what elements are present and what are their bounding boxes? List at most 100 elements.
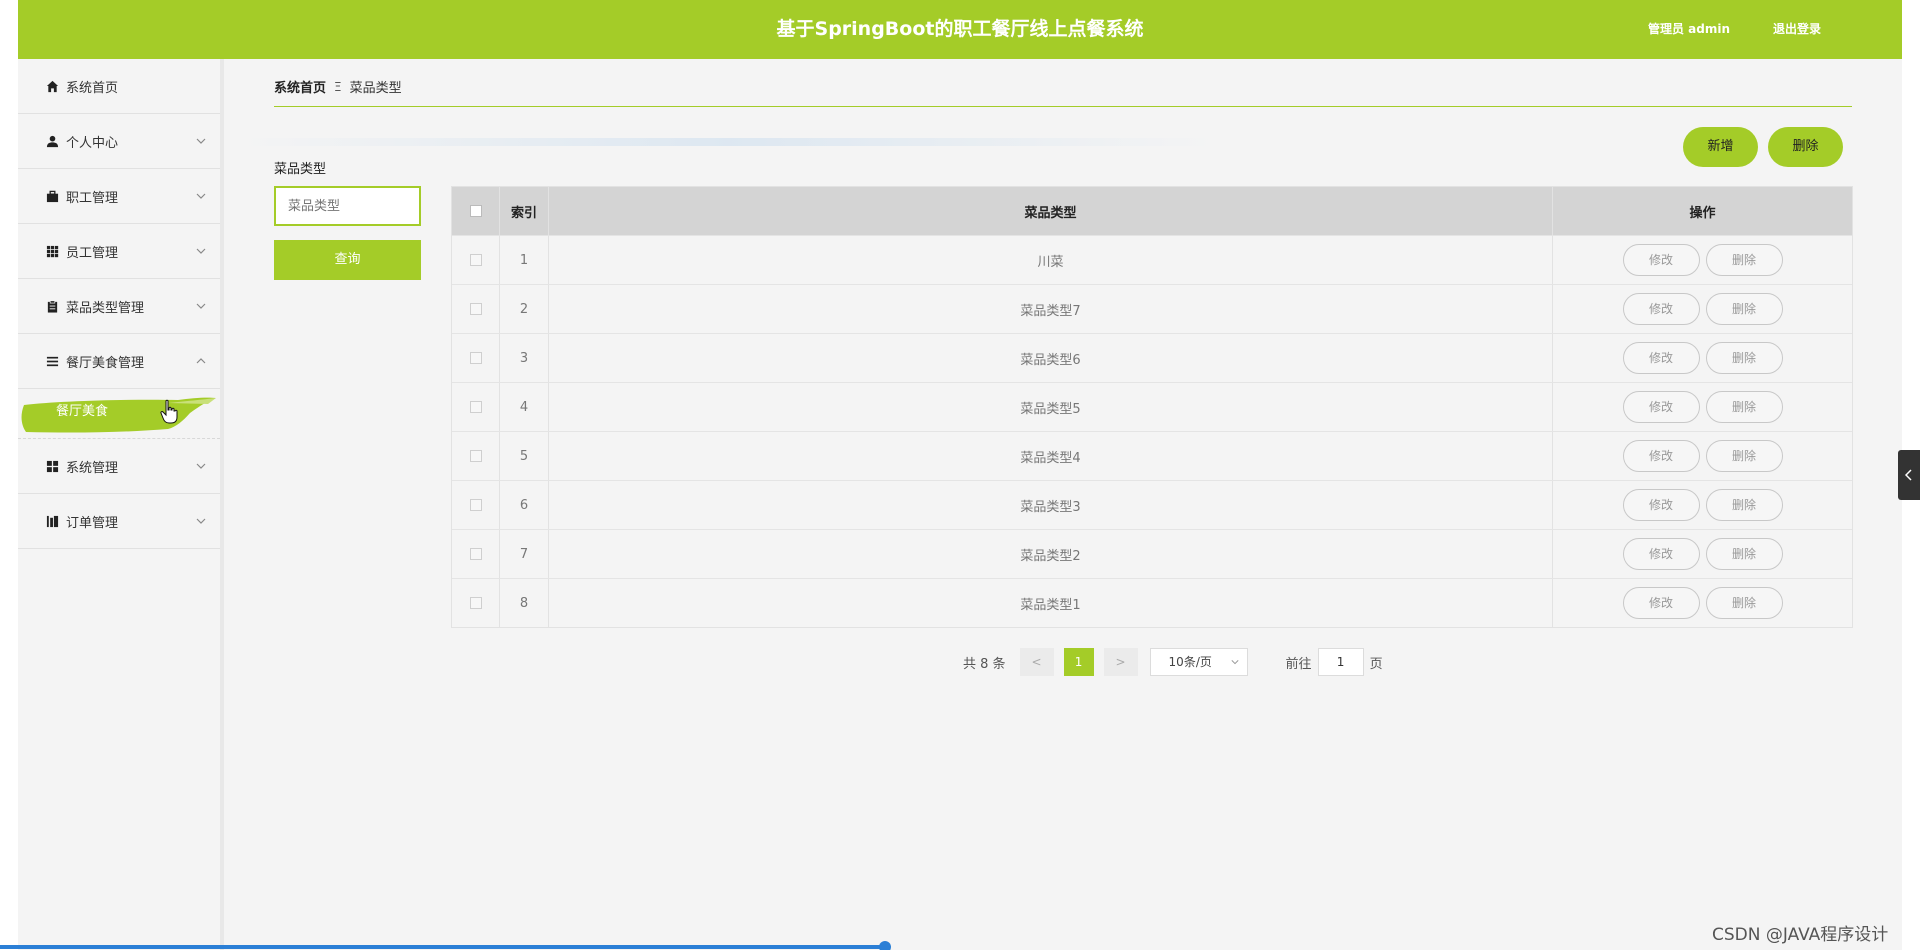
row-checkbox[interactable] [469,597,482,609]
sidebar-subitem-label: 餐厅美食 [56,404,109,419]
side-panel-toggle[interactable] [1898,450,1920,500]
sidebar-item-label: 菜品类型管理 [66,300,145,316]
row-name: 菜品类型1 [549,579,1553,627]
sidebar-item-employee[interactable]: 员工管理 [18,224,220,279]
chevron-down-icon [196,518,206,524]
next-page-button[interactable]: > [1103,648,1138,676]
app-window: 基于SpringBoot的职工餐厅线上点餐系统 管理员 admin 退出登录 系… [18,0,1902,950]
sidebar-item-dish-type[interactable]: 菜品类型管理 [18,279,220,334]
sidebar-item-label: 个人中心 [66,135,119,151]
header-index: 索引 [500,187,549,235]
top-bar: 基于SpringBoot的职工餐厅线上点餐系统 管理员 admin 退出登录 [18,0,1902,59]
edit-button[interactable]: 修改 [1622,440,1700,472]
chevron-down-icon [196,303,206,309]
pagination: 共 8 条 < 1 > 10条/页 前往 1 页 [963,648,1383,676]
row-index: 4 [500,383,549,431]
row-checkbox[interactable] [469,548,482,560]
search-button[interactable]: 查询 [274,240,421,280]
row-index: 3 [500,334,549,382]
table-row: 3 菜品类型6 修改 删除 [452,333,1852,382]
add-button[interactable]: 新增 [1683,127,1758,167]
home-icon [44,78,60,94]
row-delete-button[interactable]: 删除 [1705,440,1783,472]
table-body: 1 川菜 修改 删除 2 菜品类型7 修改 删除 3 菜品类型6 修改 删除 4 菜品类型5 修改 删除 5 菜品… [452,235,1852,627]
table-row: 2 菜品类型7 修改 删除 [452,284,1852,333]
select-all-checkbox[interactable] [469,205,482,217]
clipboard-icon [44,298,60,314]
breadcrumb-current: 菜品类型 [349,81,402,96]
decorative-divider [238,138,1218,146]
row-checkbox[interactable] [469,450,482,462]
edit-button[interactable]: 修改 [1622,391,1700,423]
row-delete-button[interactable]: 删除 [1705,244,1783,276]
progress-knob[interactable] [879,941,891,950]
pagination-total: 共 8 条 [963,656,1006,672]
sidebar-subitem-food[interactable]: 餐厅美食 [18,389,220,439]
sidebar-item-label: 系统首页 [66,80,119,96]
hand-cursor-icon [160,399,178,424]
table-row: 8 菜品类型1 修改 删除 [452,578,1852,627]
row-name: 菜品类型3 [549,481,1553,529]
delete-button[interactable]: 删除 [1768,127,1843,167]
edit-button[interactable]: 修改 [1622,489,1700,521]
sidebar-item-personal[interactable]: 个人中心 [18,114,220,169]
sidebar-item-orders[interactable]: 订单管理 [18,494,220,549]
chevron-up-icon [196,358,206,364]
app-title: 基于SpringBoot的职工餐厅线上点餐系统 [776,18,1144,40]
page-size-select[interactable]: 10条/页 [1149,648,1248,676]
current-page-button[interactable]: 1 [1063,648,1094,676]
prev-page-button[interactable]: < [1019,648,1054,676]
header-ops: 操作 [1689,205,1716,221]
list-icon [44,353,60,369]
apps-icon [44,458,60,474]
row-index: 7 [500,530,549,578]
row-delete-button[interactable]: 删除 [1705,489,1783,521]
row-checkbox[interactable] [469,303,482,315]
row-name: 菜品类型4 [549,432,1553,480]
header-name: 菜品类型 [549,187,1553,235]
table-row: 6 菜品类型3 修改 删除 [452,480,1852,529]
row-name: 川菜 [549,236,1553,284]
row-delete-button[interactable]: 删除 [1705,293,1783,325]
sidebar-item-food[interactable]: 餐厅美食管理 [18,334,220,389]
sidebar-item-staff[interactable]: 职工管理 [18,169,220,224]
row-checkbox[interactable] [469,401,482,413]
edit-button[interactable]: 修改 [1622,538,1700,570]
chevron-down-icon [196,463,206,469]
row-delete-button[interactable]: 删除 [1705,342,1783,374]
sidebar-item-label: 系统管理 [66,460,119,476]
goto-page-input[interactable]: 1 [1317,648,1364,676]
edit-button[interactable]: 修改 [1622,342,1700,374]
admin-label: 管理员 admin [1648,22,1731,36]
logout-link[interactable]: 退出登录 [1773,0,1821,59]
row-index: 2 [500,285,549,333]
row-checkbox[interactable] [469,499,482,511]
sidebar-item-home[interactable]: 系统首页 [18,59,220,114]
row-index: 1 [500,236,549,284]
row-index: 5 [500,432,549,480]
breadcrumb-underline [274,106,1852,107]
breadcrumb: 系统首页 Ξ 菜品类型 [274,77,402,97]
watermark: CSDN @JAVA程序设计 [1712,925,1889,945]
row-delete-button[interactable]: 删除 [1705,587,1783,619]
row-delete-button[interactable]: 删除 [1705,538,1783,570]
row-delete-button[interactable]: 删除 [1705,391,1783,423]
row-index: 6 [500,481,549,529]
row-name: 菜品类型7 [549,285,1553,333]
table-header: 索引 菜品类型 操作 [452,187,1852,235]
table-row: 5 菜品类型4 修改 删除 [452,431,1852,480]
sidebar-item-label: 餐厅美食管理 [66,355,145,371]
sidebar-item-system[interactable]: 系统管理 [18,439,220,494]
breadcrumb-home[interactable]: 系统首页 [274,77,326,96]
row-checkbox[interactable] [469,352,482,364]
edit-button[interactable]: 修改 [1622,244,1700,276]
table-row: 4 菜品类型5 修改 删除 [452,382,1852,431]
chevron-down-icon [196,248,206,254]
dish-type-search-input[interactable] [274,186,421,226]
edit-button[interactable]: 修改 [1622,293,1700,325]
search-label: 菜品类型 [274,162,327,177]
row-name: 菜品类型6 [549,334,1553,382]
edit-button[interactable]: 修改 [1622,587,1700,619]
row-checkbox[interactable] [469,254,482,266]
table-row: 1 川菜 修改 删除 [452,235,1852,284]
